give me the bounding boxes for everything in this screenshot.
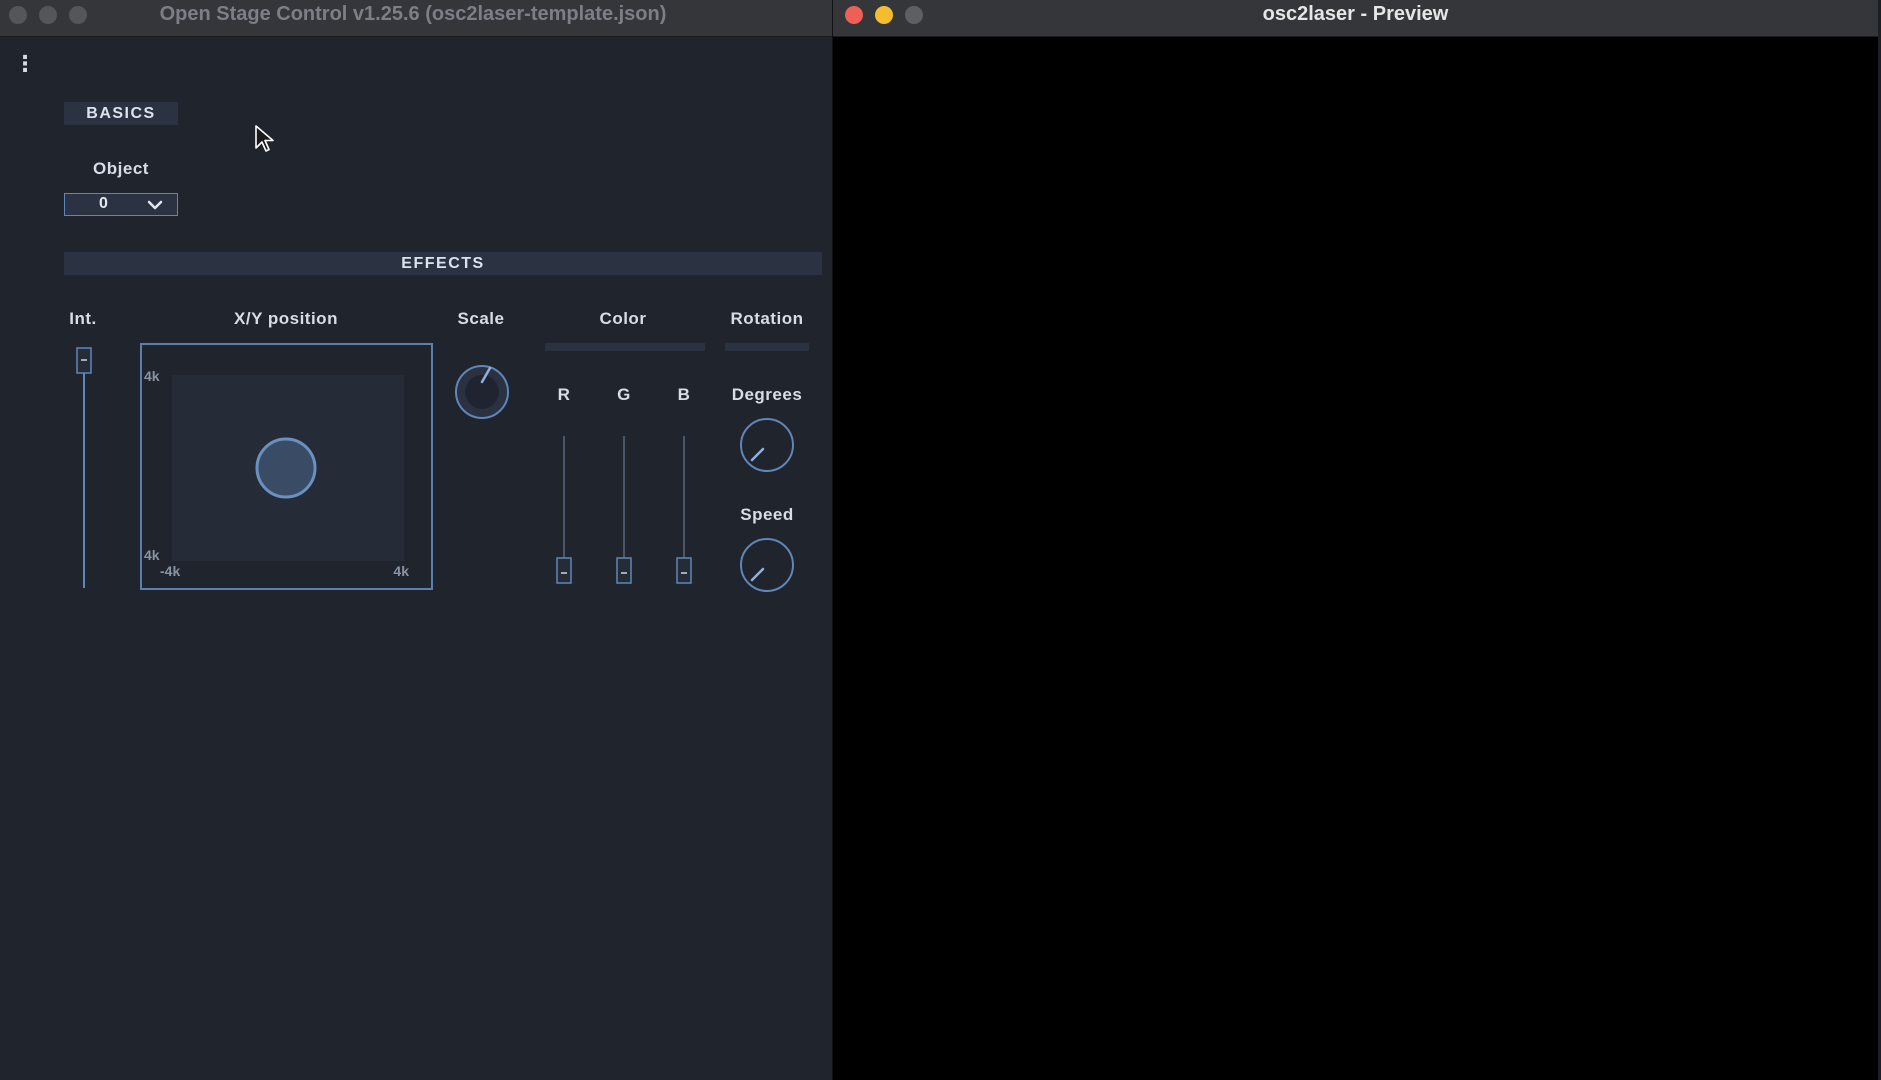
speed-label: Speed — [740, 505, 794, 524]
color-r-fader[interactable] — [546, 430, 582, 590]
scale-knob[interactable] — [452, 362, 512, 422]
object-dropdown-value: 0 — [99, 195, 108, 212]
osc-titlebar[interactable]: Open Stage Control v1.25.6 (osc2laser-te… — [0, 0, 832, 37]
color-b-fader[interactable] — [666, 430, 702, 590]
xy-position-label: X/Y position — [234, 309, 338, 328]
color-label: Color — [599, 309, 647, 328]
xy-y-max-label: 4k — [144, 368, 160, 384]
color-bar — [545, 343, 705, 351]
xy-handle[interactable] — [254, 436, 318, 500]
mouse-cursor-icon — [255, 125, 274, 152]
speed-knob[interactable] — [737, 535, 797, 595]
color-r-label: R — [557, 385, 571, 404]
window-title: osc2laser - Preview — [1262, 3, 1449, 25]
rotation-label: Rotation — [730, 309, 804, 328]
preview-window: osc2laser - Preview — [833, 0, 1878, 1080]
rotation-bar — [725, 343, 809, 351]
intensity-label: Int. — [69, 309, 97, 328]
preview-canvas — [833, 37, 1878, 1080]
preview-titlebar[interactable]: osc2laser - Preview — [833, 0, 1878, 37]
color-b-label: B — [677, 385, 691, 404]
object-label: Object — [93, 159, 149, 178]
degrees-label: Degrees — [731, 385, 803, 404]
xy-pad[interactable]: 4k 4k -4k 4k — [140, 343, 433, 590]
object-dropdown[interactable]: 0 — [64, 193, 178, 216]
effects-header: EFFECTS — [64, 252, 822, 275]
xy-x-max-label: 4k — [393, 563, 409, 579]
color-g-label: G — [617, 385, 631, 404]
menu-dots-icon[interactable]: ⋮ — [14, 53, 36, 76]
xy-x-min-label: -4k — [160, 563, 181, 579]
basics-header: BASICS — [64, 102, 178, 125]
color-g-fader[interactable] — [606, 430, 642, 590]
intensity-fader[interactable] — [66, 340, 102, 596]
scale-label: Scale — [457, 309, 505, 328]
degrees-knob[interactable] — [737, 415, 797, 475]
xy-y-min-label: 4k — [144, 547, 160, 563]
chevron-down-icon — [147, 200, 163, 210]
window-title: Open Stage Control v1.25.6 (osc2laser-te… — [159, 3, 667, 25]
open-stage-control-window: Open Stage Control v1.25.6 (osc2laser-te… — [0, 0, 833, 1080]
